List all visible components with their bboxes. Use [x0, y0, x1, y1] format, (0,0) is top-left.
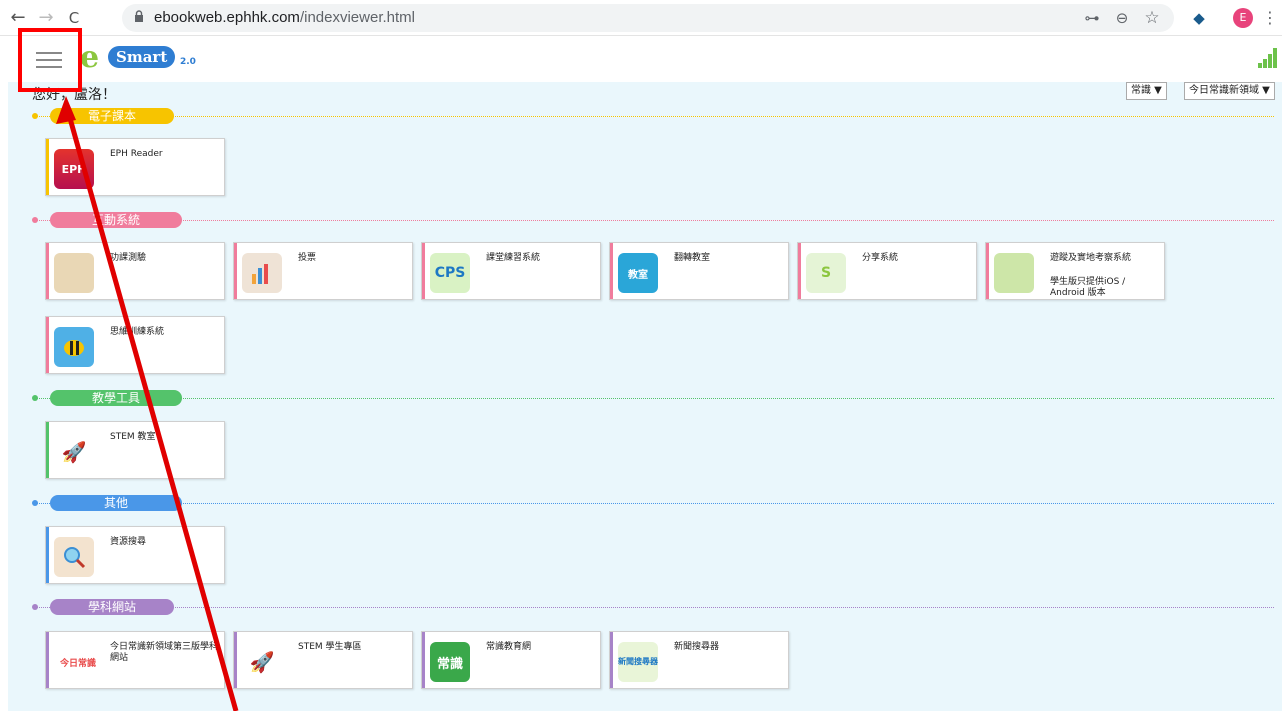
card-today-gs-website[interactable]: 今日常識 今日常識新領域第三版學科網站: [45, 631, 225, 689]
url-host: ebookweb.ephhk.com: [154, 9, 300, 26]
share-system-icon: S: [806, 253, 846, 293]
today-gs-logo-icon: 今日常識: [52, 642, 104, 682]
card-label: 投票: [298, 253, 317, 263]
section-title-tools: 教學工具: [50, 390, 182, 406]
url-path: /indexviewer.html: [299, 9, 415, 26]
card-label: 遊蹤及實地考察系統: [1050, 253, 1132, 263]
card-label: 功課測驗: [110, 253, 147, 263]
flipped-classroom-icon: 教室: [618, 253, 658, 293]
card-label: 分享系統: [862, 253, 899, 263]
section-divider: [34, 607, 1274, 608]
logo-version: 2.0: [180, 57, 196, 67]
section-divider: [34, 398, 1274, 399]
key-icon[interactable]: ⊶: [1081, 6, 1103, 30]
card-label: 翻轉教室: [674, 253, 711, 263]
card-sublabel: 學生版只提供iOS / Android 版本: [1050, 277, 1126, 298]
logo-e: e: [80, 40, 100, 75]
bee-icon: [64, 340, 84, 356]
bar-chart-icon: [252, 264, 268, 284]
news-search-icon: 新聞搜尋器: [618, 642, 658, 682]
card-stem-student[interactable]: 🚀 STEM 學生專區: [233, 631, 413, 689]
section-dot: [32, 395, 38, 401]
section-dot: [32, 500, 38, 506]
gs-edu-net-icon: 常識: [430, 642, 470, 682]
section-title-others: 其他: [50, 495, 182, 511]
card-stem-classroom[interactable]: 🚀 STEM 教室: [45, 421, 225, 479]
forward-arrow-icon[interactable]: →: [34, 6, 58, 30]
card-homework[interactable]: 功課測驗: [45, 242, 225, 300]
section-divider: [34, 503, 1274, 504]
stem-student-icon: 🚀: [242, 642, 282, 682]
subject-dropdown[interactable]: 常識 ▼: [1126, 82, 1167, 100]
card-label: STEM 學生專區: [298, 642, 362, 652]
main-content: 您好，盧洛！ 常識 ▼ 今日常識新領域 ▼ 電子課本 EPH EPH Reade…: [8, 82, 1282, 711]
browser-toolbar: ← → C ebookweb.ephhk.com/indexviewer.htm…: [0, 0, 1282, 36]
bookmark-star-icon[interactable]: ☆: [1141, 6, 1163, 30]
section-dot: [32, 113, 38, 119]
section-dot: [32, 604, 38, 610]
section-title-websites: 學科網站: [50, 599, 174, 615]
card-poll[interactable]: 投票: [233, 242, 413, 300]
profile-avatar[interactable]: E: [1233, 8, 1253, 28]
thinking-bee-icon: [54, 327, 94, 367]
signal-bars-icon: [1258, 48, 1280, 68]
card-thinking-training[interactable]: 思維訓練系統: [45, 316, 225, 374]
eph-reader-icon: EPH: [54, 149, 94, 189]
stem-rocket-icon: 🚀: [54, 432, 94, 472]
domain-dropdown[interactable]: 今日常識新領域 ▼: [1184, 82, 1275, 100]
extension-icon[interactable]: ◆: [1188, 6, 1210, 30]
reload-icon[interactable]: C: [62, 6, 86, 30]
section-divider: [34, 220, 1274, 221]
url-text: ebookweb.ephhk.com/indexviewer.html: [154, 9, 415, 26]
section-title-ebook: 電子課本: [50, 108, 174, 124]
field-trip-icon: [994, 253, 1034, 293]
card-label: 思維訓練系統: [110, 327, 165, 337]
browser-menu-icon[interactable]: ⋮: [1262, 6, 1278, 30]
highlight-box: [18, 28, 82, 92]
card-resource-search[interactable]: 資源搜尋: [45, 526, 225, 584]
poll-icon: [242, 253, 282, 293]
card-gs-edu-net[interactable]: 常識 常識教育網: [421, 631, 601, 689]
zoom-icon[interactable]: ⊖: [1111, 6, 1133, 30]
card-label: 今日常識新領域第三版學科網站: [110, 642, 219, 663]
esmart-logo: e Smart 2.0: [80, 40, 210, 75]
logo-smart-text: Smart: [108, 46, 176, 68]
section-divider: [34, 116, 1274, 117]
section-title-interactive: 互動系統: [50, 212, 182, 228]
cps-icon: CPS: [430, 253, 470, 293]
card-label: STEM 教室: [110, 432, 156, 442]
homework-icon: [54, 253, 94, 293]
card-label: EPH Reader: [110, 149, 163, 159]
card-label: 新聞搜尋器: [674, 642, 720, 652]
card-label: 資源搜尋: [110, 537, 147, 547]
back-arrow-icon[interactable]: ←: [6, 6, 30, 30]
lock-icon: [135, 10, 143, 22]
section-dot: [32, 217, 38, 223]
resource-search-icon: [54, 537, 94, 577]
card-label: 常識教育網: [486, 642, 532, 652]
card-eph-reader[interactable]: EPH EPH Reader: [45, 138, 225, 196]
card-cps[interactable]: CPS 課堂練習系統: [421, 242, 601, 300]
card-news-search[interactable]: 新聞搜尋器 新聞搜尋器: [609, 631, 789, 689]
card-label: 課堂練習系統: [486, 253, 541, 263]
address-bar[interactable]: ebookweb.ephhk.com/indexviewer.html: [122, 4, 1174, 32]
card-share-system[interactable]: S 分享系統: [797, 242, 977, 300]
magnifier-icon: [64, 547, 86, 569]
card-flipped-classroom[interactable]: 教室 翻轉教室: [609, 242, 789, 300]
card-field-trip[interactable]: 遊蹤及實地考察系統 學生版只提供iOS / Android 版本: [985, 242, 1165, 300]
